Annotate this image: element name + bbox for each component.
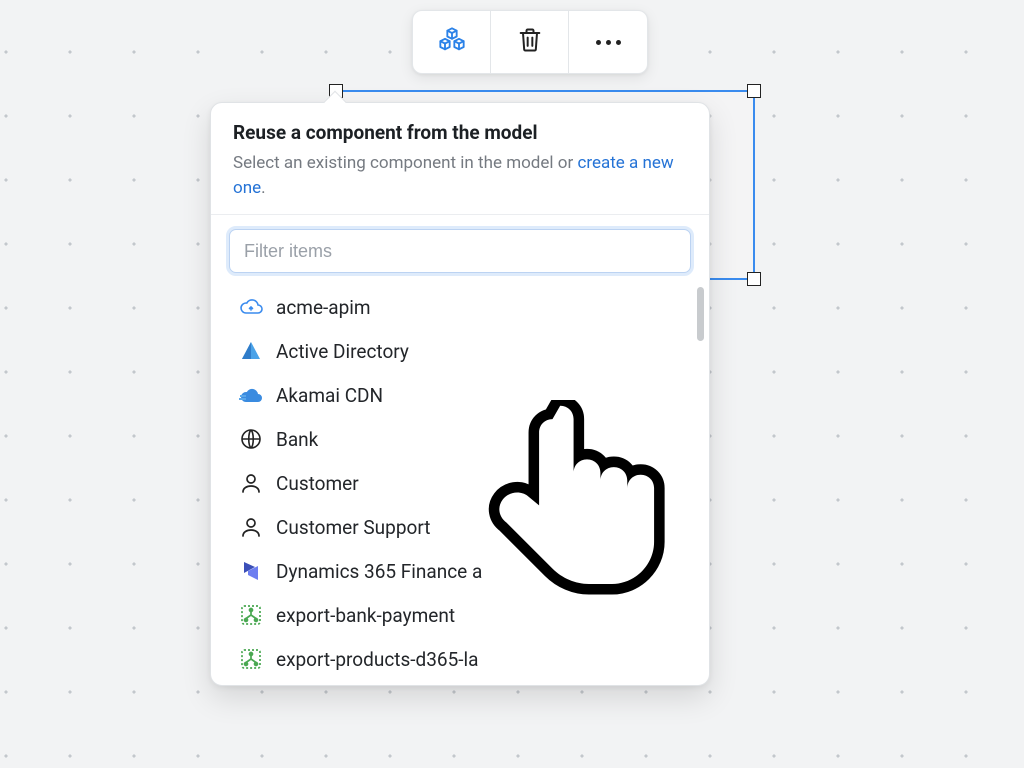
list-item-label: export-bank-payment — [276, 604, 455, 627]
list-item-label: acme-apim — [276, 296, 371, 319]
person-icon — [239, 515, 263, 539]
list-item-label: Customer Support — [276, 516, 430, 539]
delete-button[interactable] — [491, 11, 569, 73]
reuse-component-popover: Reuse a component from the model Select … — [210, 102, 710, 686]
list-item[interactable]: Customer — [221, 461, 705, 505]
scrollbar-thumb[interactable] — [697, 287, 704, 341]
cloud-solid-icon — [239, 383, 263, 407]
selection-handle-top-right[interactable] — [747, 84, 761, 98]
floating-toolbar — [412, 10, 648, 74]
cubes-icon — [438, 26, 466, 58]
dynamics-icon — [239, 559, 263, 583]
list-item[interactable]: Customer Support — [221, 505, 705, 549]
list-item[interactable]: export-products-d365-la — [221, 637, 705, 681]
selection-handle-bottom-right[interactable] — [747, 272, 761, 286]
popover-title: Reuse a component from the model — [233, 121, 687, 144]
azure-pyramid-icon — [239, 339, 263, 363]
list-item[interactable]: Dynamics 365 Finance a — [221, 549, 705, 593]
list-item-label: Active Directory — [276, 340, 409, 363]
list-item[interactable]: export-bank-payment — [221, 593, 705, 637]
popover-header: Reuse a component from the model Select … — [211, 103, 709, 215]
cloud-outline-icon — [239, 295, 263, 319]
list-item[interactable]: Bank — [221, 417, 705, 461]
list-item-label: Akamai CDN — [276, 384, 383, 407]
list-item-label: export-products-d365-la — [276, 648, 479, 671]
logic-app-icon — [239, 603, 263, 627]
more-button[interactable] — [569, 11, 647, 73]
list-item-label: Customer — [276, 472, 359, 495]
globe-icon — [239, 427, 263, 451]
list-item-label: Bank — [276, 428, 318, 451]
more-icon — [596, 40, 621, 45]
popover-subtitle: Select an existing component in the mode… — [233, 151, 687, 200]
components-button[interactable] — [413, 11, 491, 73]
list-item[interactable]: Active Directory — [221, 329, 705, 373]
logic-app-icon — [239, 647, 263, 671]
list-item-label: Dynamics 365 Finance a — [276, 560, 482, 583]
list-item[interactable]: acme-apim — [221, 285, 705, 329]
person-icon — [239, 471, 263, 495]
filter-input[interactable] — [229, 229, 691, 273]
component-list: acme-apim Active Directory Akamai CDN Ba… — [211, 281, 709, 681]
trash-icon — [516, 26, 544, 58]
list-item[interactable]: Akamai CDN — [221, 373, 705, 417]
